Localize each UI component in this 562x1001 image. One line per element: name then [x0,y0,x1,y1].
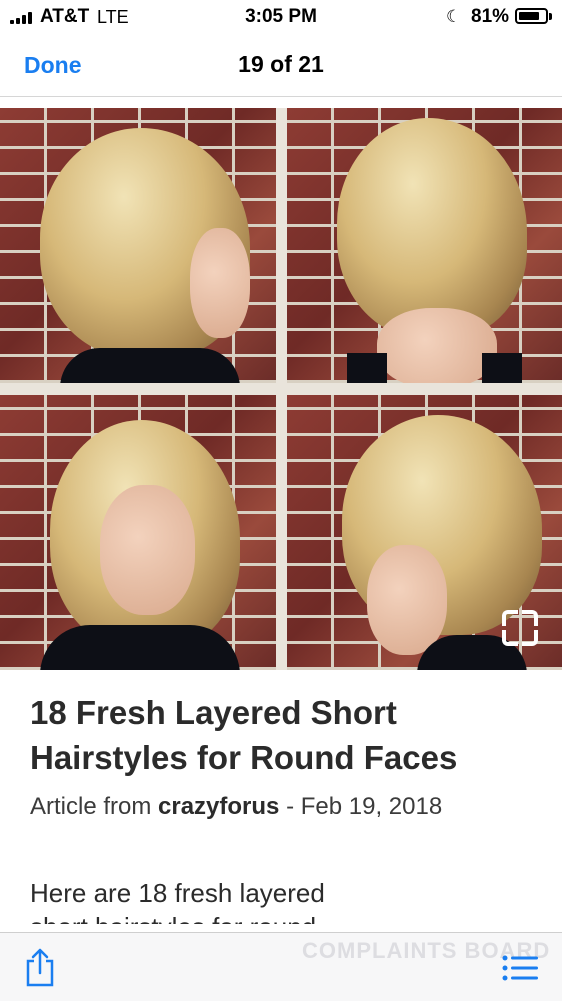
expand-icon[interactable] [502,610,538,646]
battery-percent: 81% [471,6,510,27]
date-separator: - [279,793,301,820]
article-date: Feb 19, 2018 [300,793,443,820]
article-description: Here are 18 fresh layered short hairstyl… [30,876,450,924]
bottom-toolbar: COMPLAINTS BOARD [0,932,562,1001]
description-line-1: Here are 18 fresh layered [30,878,325,908]
article-title[interactable]: 18 Fresh Layered Short Hairstyles for Ro… [30,690,540,780]
photo-side-view [0,108,276,383]
photo-back-view [287,108,562,383]
do-not-disturb-icon: ☾ [446,7,462,26]
share-icon[interactable] [24,947,56,987]
hairstyle-photo[interactable] [0,108,562,670]
battery-icon [515,8,548,24]
navigation-bar: Done 19 of 21 [0,34,562,97]
article-source: Article from crazyforus - Feb 19, 2018 [30,790,450,823]
source-link[interactable]: crazyforus [158,793,279,820]
status-bar: AT&T LTE 3:05 PM ☾ 81% [0,0,562,34]
page-counter: 19 of 21 [238,51,324,77]
list-icon[interactable] [502,955,538,981]
battery-nub [549,13,552,20]
description-line-2: short hairstyles for round [30,910,450,924]
photo-front-view [0,395,276,670]
source-prefix: Article from [30,793,159,820]
